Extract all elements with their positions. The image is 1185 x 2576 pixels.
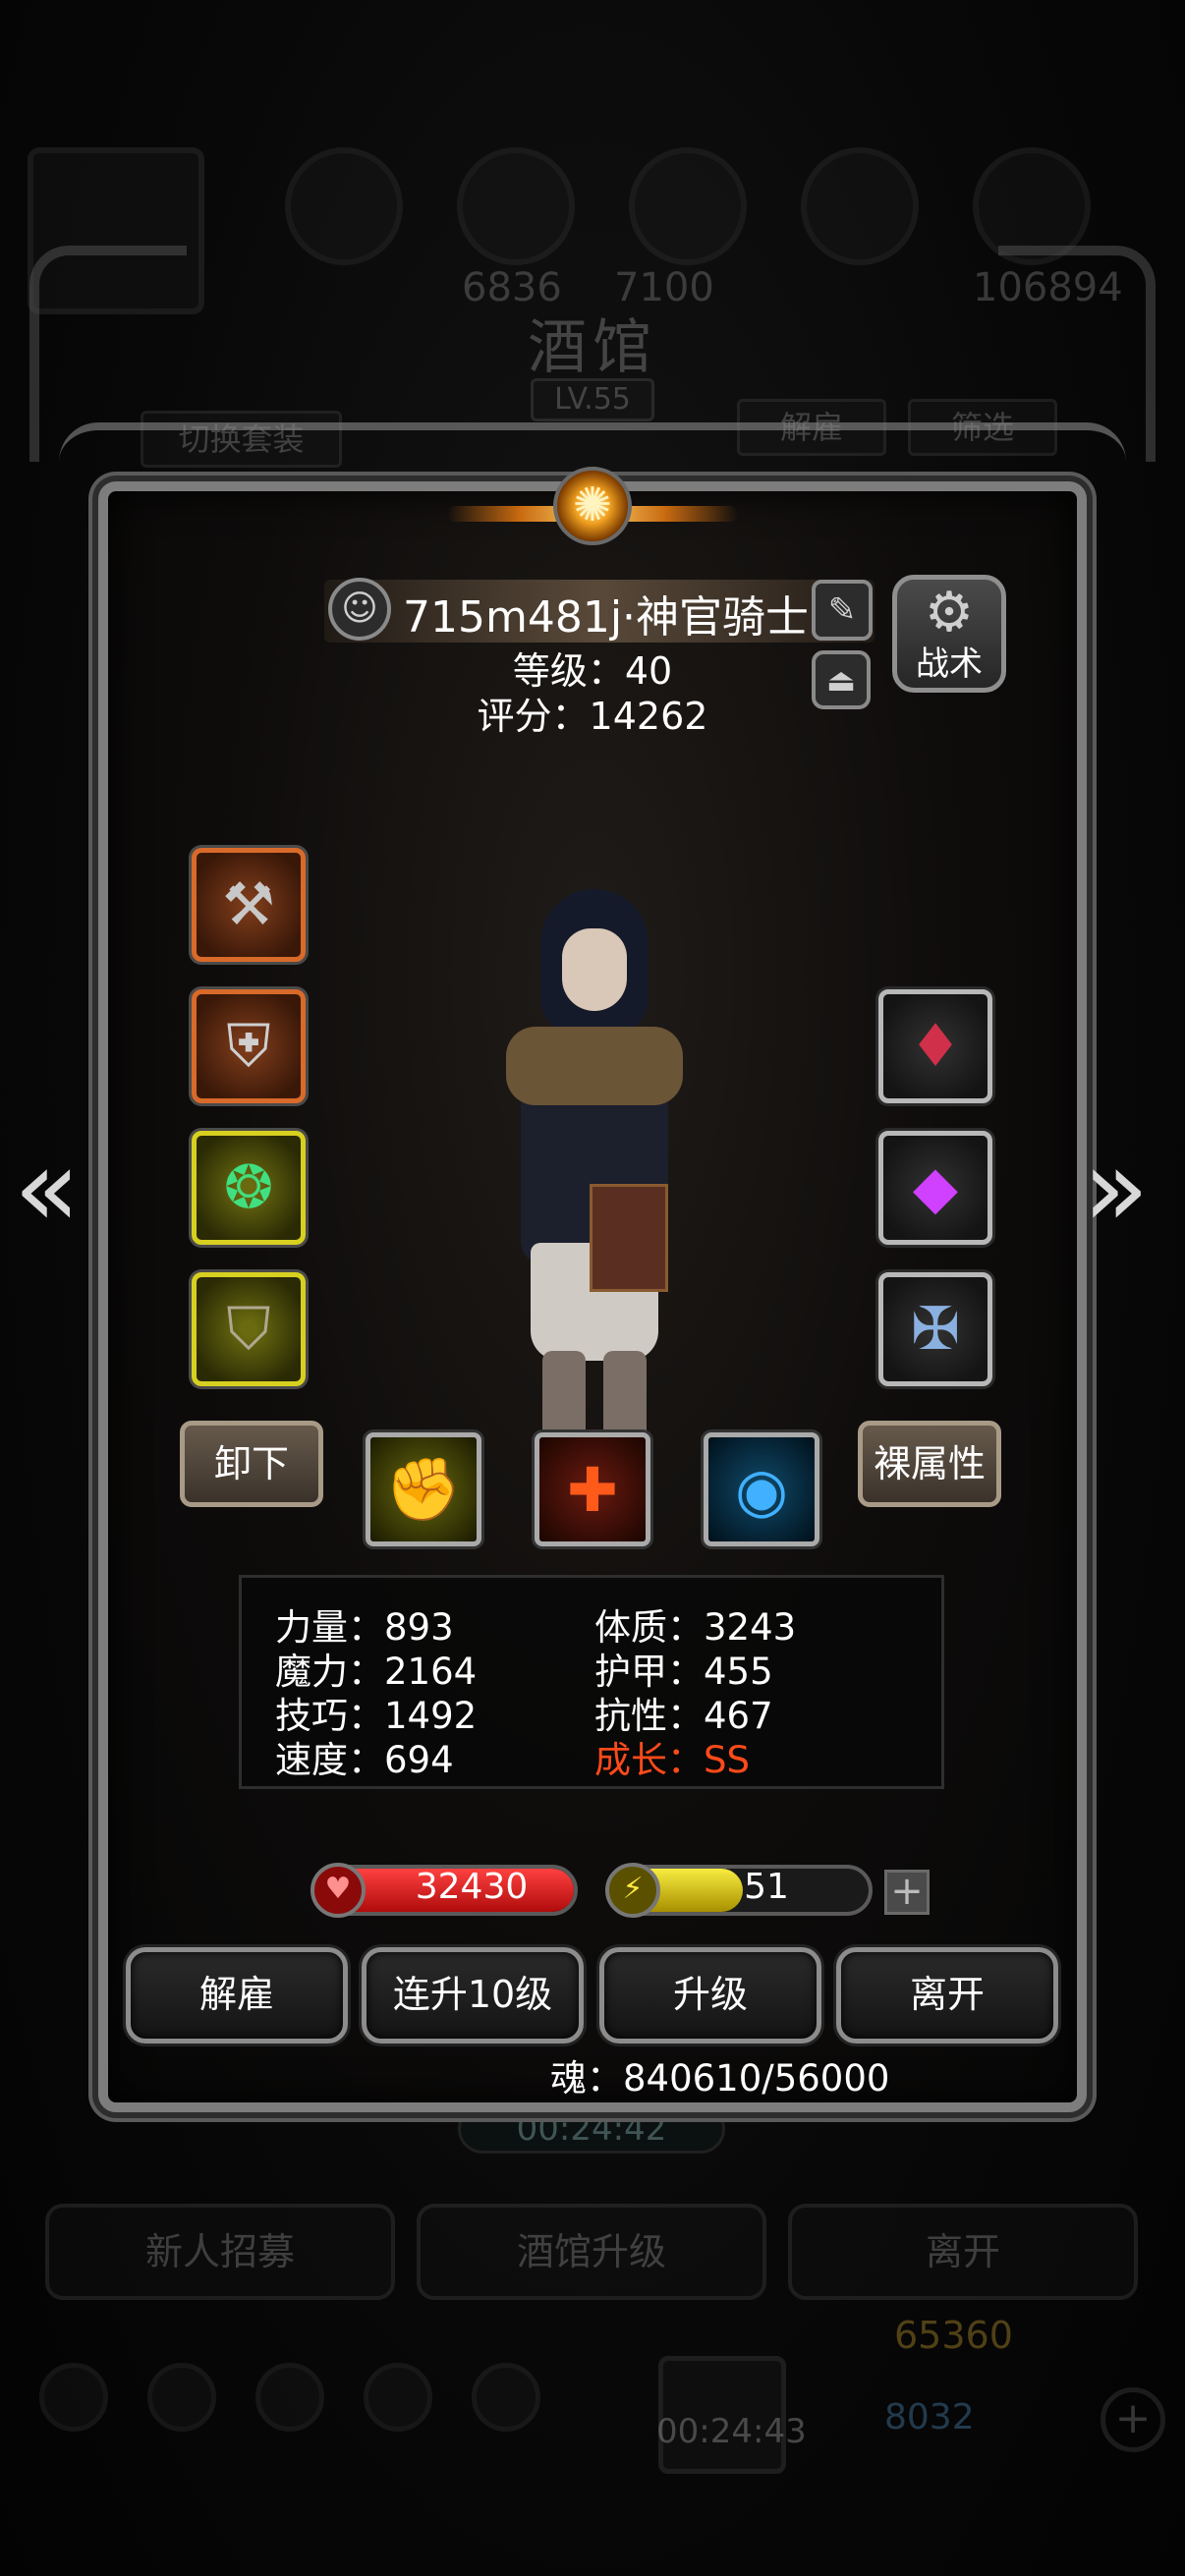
- hero-shoulder-armor: [506, 1027, 683, 1105]
- stat-speed: 速度：694: [275, 1739, 454, 1781]
- shield-icon: ⛉: [226, 1295, 271, 1364]
- bg-timer-2: 00:24:43: [656, 2412, 807, 2451]
- equip-slot-necklace[interactable]: ❂: [192, 1131, 306, 1245]
- skill-slot-1[interactable]: ✊: [366, 1432, 481, 1546]
- dismiss-button[interactable]: 解雇: [126, 1947, 348, 2044]
- armor-icon: ⛨: [226, 1012, 271, 1081]
- bg-bottom-icon-5: [472, 2363, 540, 2432]
- bg-leave-button: 离开: [788, 2204, 1138, 2300]
- bg-bottom-icon-4: [364, 2363, 432, 2432]
- upgrade-button[interactable]: 升级: [599, 1947, 821, 2044]
- avatar-icon[interactable]: ☺: [328, 578, 391, 641]
- heal-cross-skill-icon: ✚: [567, 1453, 618, 1526]
- equip-slot-gem-purple[interactable]: ◆: [878, 1131, 992, 1245]
- bg-resource-icon-2: [457, 147, 575, 265]
- bg-resource-icon-3: [629, 147, 747, 265]
- equip-slot-emblem[interactable]: ✠: [878, 1272, 992, 1386]
- gear-icon: ⚙: [924, 581, 975, 644]
- fist-skill-icon: ✊: [385, 1453, 462, 1525]
- hp-value: 32430: [415, 1867, 529, 1907]
- hero-book: [590, 1184, 668, 1292]
- hero-face: [562, 928, 627, 1011]
- edit-name-icon[interactable]: ✎: [812, 580, 873, 641]
- equip-slot-gem-red[interactable]: ♦: [878, 989, 992, 1103]
- eye-skill-icon: ◉: [734, 1453, 789, 1526]
- bg-resource-icon-1: [285, 147, 403, 265]
- skill-slot-2[interactable]: ✚: [535, 1432, 650, 1546]
- tactics-button[interactable]: ⚙ 战术: [892, 575, 1006, 693]
- energy-value: 51: [744, 1867, 789, 1907]
- stat-growth: 成长：SS: [594, 1739, 750, 1781]
- hero-score: 评分：14262: [477, 695, 708, 738]
- next-hero-arrow-icon[interactable]: »: [1083, 1125, 1149, 1251]
- unequip-button[interactable]: 卸下: [180, 1421, 323, 1507]
- bg-bottom-icon-1: [39, 2363, 108, 2432]
- bg-gold: 65360: [894, 2314, 1013, 2357]
- bg-resource-icon-4: [801, 147, 919, 265]
- leave-button[interactable]: 离开: [836, 1947, 1058, 2044]
- skill-slot-3[interactable]: ◉: [704, 1432, 819, 1546]
- bg-gems: 8032: [884, 2397, 975, 2437]
- equip-slot-armor[interactable]: ⛨: [192, 989, 306, 1103]
- red-gem-icon: ♦: [909, 1012, 962, 1081]
- add-energy-button[interactable]: +: [884, 1870, 930, 1915]
- lightning-icon: ⚡: [605, 1863, 660, 1918]
- upgrade-10-button[interactable]: 连升10级: [362, 1947, 584, 2044]
- bg-add-icon: +: [1100, 2387, 1165, 2452]
- sun-emblem-icon: ✺: [553, 467, 632, 545]
- base-attributes-button[interactable]: 裸属性: [858, 1421, 1001, 1507]
- purple-gem-icon: ◆: [912, 1153, 959, 1222]
- sword-emblem-icon: ✠: [910, 1295, 961, 1364]
- hero-portrait: [481, 889, 707, 1498]
- hero-name: 715m481j·神官骑士: [403, 592, 810, 643]
- equip-slot-weapon[interactable]: ⚒: [192, 848, 306, 962]
- hammer-icon: ⚒: [222, 870, 275, 939]
- equip-slot-shield[interactable]: ⛉: [192, 1272, 306, 1386]
- bg-bottom-icon-3: [255, 2363, 324, 2432]
- bg-bottom-icon-2: [147, 2363, 216, 2432]
- soul-counter: 魂：840610/56000: [550, 2057, 890, 2100]
- heart-icon: ♥: [310, 1863, 366, 1918]
- bg-level: LV.55: [531, 378, 654, 421]
- bg-recruit-button: 新人招募: [45, 2204, 395, 2300]
- bg-tavern-upgrade-button: 酒馆升级: [417, 2204, 766, 2300]
- prev-hero-arrow-icon[interactable]: «: [14, 1125, 80, 1251]
- necklace-icon: ❂: [223, 1153, 274, 1222]
- upload-icon[interactable]: ⏏: [812, 650, 871, 709]
- crest-emblem: ✺: [447, 462, 738, 570]
- tactics-label: 战术: [916, 644, 983, 684]
